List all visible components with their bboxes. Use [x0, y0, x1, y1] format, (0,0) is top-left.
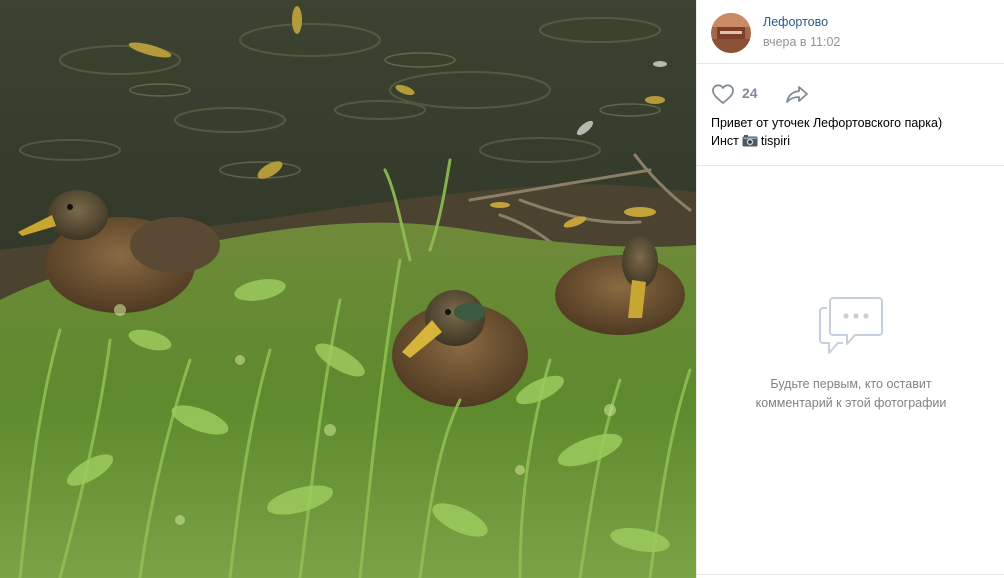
- comments-empty-text: Будьте первым, кто оставит комментарий к…: [697, 375, 1004, 413]
- heart-outline-icon: [712, 84, 734, 104]
- author-avatar[interactable]: [711, 13, 751, 53]
- caption-line-1: Привет от уточек Лефортовского парка): [711, 116, 943, 130]
- caption-inst-handle: tispiri: [760, 134, 791, 148]
- comments-empty-state: Будьте первым, кто оставит комментарий к…: [697, 296, 1004, 413]
- author-name[interactable]: Лефортово: [763, 15, 828, 29]
- post-timestamp: вчера в 11:02: [763, 35, 841, 49]
- comments-empty-line-2: комментарий к этой фотографии: [755, 396, 947, 410]
- photo[interactable]: [0, 0, 696, 578]
- side-panel: Лефортово вчера в 11:02 24 Привет от уто…: [696, 0, 1004, 578]
- share-button[interactable]: [784, 82, 810, 106]
- share-arrow-icon: [786, 86, 808, 103]
- caption-divider: [697, 165, 1004, 166]
- caption-line-2: Инст tispiri: [711, 132, 997, 150]
- photo-viewer: Лефортово вчера в 11:02 24 Привет от уто…: [0, 0, 1004, 578]
- post-actions: 24: [697, 76, 1004, 112]
- post-author: Лефортово вчера в 11:02: [697, 0, 1004, 64]
- like-button[interactable]: 24: [711, 82, 771, 106]
- comments-empty-line-1: Будьте первым, кто оставит: [770, 377, 932, 391]
- camera-emoji-icon: [742, 134, 758, 147]
- panel-bottom-border: [697, 574, 1004, 575]
- like-count: 24: [742, 85, 758, 101]
- speech-bubble-icon: [819, 297, 883, 354]
- post-caption: Привет от уточек Лефортовского парка) Ин…: [711, 114, 997, 150]
- caption-inst-prefix: Инст: [711, 134, 739, 148]
